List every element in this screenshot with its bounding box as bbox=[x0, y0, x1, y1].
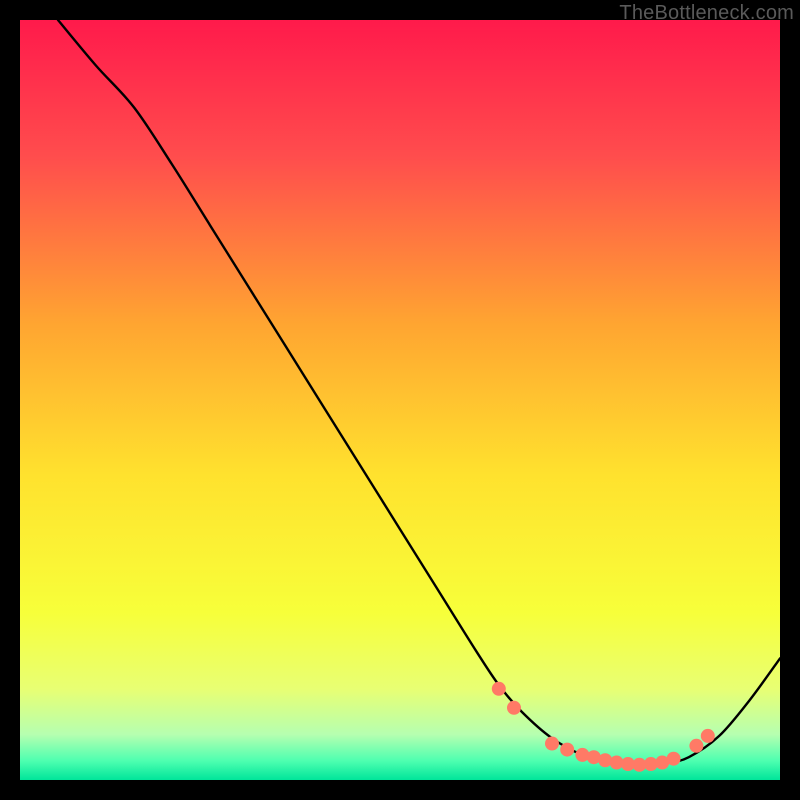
marker-dot bbox=[507, 701, 521, 715]
marker-dot bbox=[667, 752, 681, 766]
chart-frame bbox=[20, 20, 780, 780]
marker-dot bbox=[560, 743, 574, 757]
bottleneck-chart bbox=[20, 20, 780, 780]
marker-dot bbox=[701, 729, 715, 743]
marker-dot bbox=[689, 739, 703, 753]
gradient-background bbox=[20, 20, 780, 780]
marker-dot bbox=[545, 737, 559, 751]
marker-dot bbox=[492, 682, 506, 696]
